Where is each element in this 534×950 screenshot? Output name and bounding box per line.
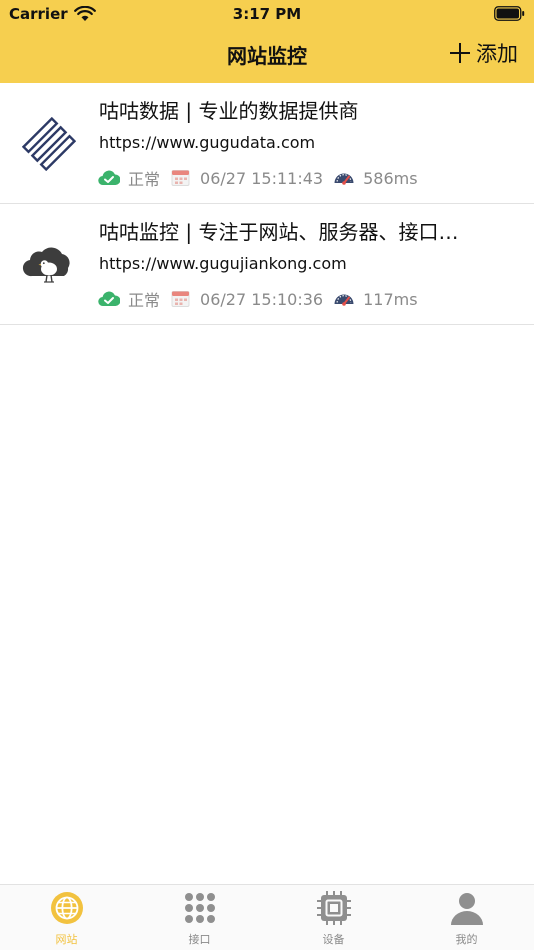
site-url: https://www.gugudata.com	[99, 133, 316, 152]
tab-devices[interactable]: 设备	[267, 891, 400, 949]
top-bar: Carrier 3:17 PM 网站监控 添加	[0, 0, 534, 83]
site-meta: 正常 06/27 15:11:43 586ms	[98, 166, 418, 190]
tab-label: 我的	[455, 933, 478, 946]
tab-profile[interactable]: 我的	[400, 891, 533, 949]
tab-bar: 网站 接口 设备 我的	[0, 884, 534, 950]
gugudata-logo-icon	[22, 117, 76, 171]
speedometer-icon	[334, 173, 354, 185]
grid-dots-icon	[184, 893, 215, 923]
globe-icon	[50, 892, 83, 924]
add-button-label: 添加	[476, 42, 518, 66]
speedometer-icon	[334, 294, 354, 306]
list-item[interactable]: 咕咕监控 | 专注于网站、服务器、接口… https://www.gugujia…	[0, 204, 534, 325]
battery-icon	[494, 6, 525, 21]
user-icon	[450, 893, 483, 925]
chip-icon	[316, 891, 351, 925]
site-title: 咕咕数据 | 专业的数据提供商	[99, 99, 359, 123]
site-list: 咕咕数据 | 专业的数据提供商 https://www.gugudata.com…	[0, 83, 534, 325]
check-time: 06/27 15:10:36	[200, 289, 324, 309]
add-button[interactable]: 添加	[450, 38, 518, 68]
tab-label: 设备	[322, 933, 345, 946]
status-bar: Carrier 3:17 PM	[0, 0, 534, 28]
check-time: 06/27 15:11:43	[200, 168, 324, 188]
calendar-icon	[171, 291, 190, 307]
tab-label: 接口	[188, 933, 211, 946]
status-text: 正常	[128, 291, 161, 310]
status-text: 正常	[128, 170, 161, 189]
site-url: https://www.gugujiankong.com	[99, 254, 347, 273]
nav-bar: 网站监控 添加	[0, 28, 534, 83]
cloud-check-icon	[98, 291, 120, 307]
cloud-check-icon	[98, 170, 120, 186]
latency: 117ms	[363, 289, 418, 309]
calendar-icon	[171, 170, 190, 186]
site-title: 咕咕监控 | 专注于网站、服务器、接口…	[99, 220, 459, 244]
plus-icon	[450, 43, 470, 63]
app-root: Carrier 3:17 PM 网站监控 添加 咕咕数据 | 专业的数据提供商 …	[0, 0, 534, 950]
status-time: 3:17 PM	[232, 5, 302, 23]
list-item[interactable]: 咕咕数据 | 专业的数据提供商 https://www.gugudata.com…	[0, 83, 534, 204]
gugujiankong-logo-icon	[22, 247, 70, 283]
latency: 586ms	[363, 168, 418, 188]
tab-api[interactable]: 接口	[133, 891, 266, 949]
tab-label: 网站	[55, 933, 78, 946]
site-meta: 正常 06/27 15:10:36 117ms	[98, 287, 418, 311]
tab-websites[interactable]: 网站	[0, 891, 133, 949]
